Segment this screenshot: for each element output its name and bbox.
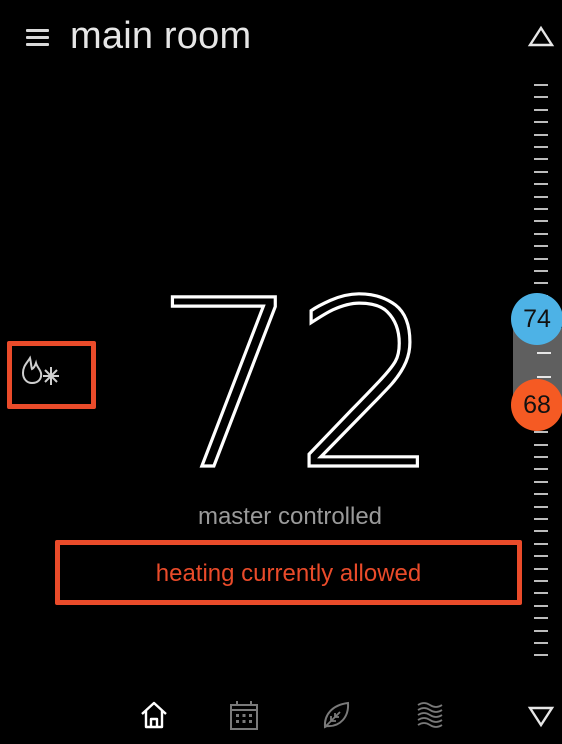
scale-tick bbox=[534, 195, 548, 198]
scale-tick bbox=[534, 431, 548, 434]
scale-tick bbox=[534, 542, 548, 545]
scale-tick bbox=[534, 592, 548, 595]
scale-tick bbox=[534, 456, 548, 458]
scale-tick bbox=[534, 108, 548, 111]
scale-tick bbox=[534, 443, 548, 446]
current-temperature: 72 bbox=[158, 286, 428, 476]
scale-tick bbox=[534, 468, 548, 471]
scale-tick bbox=[534, 121, 548, 124]
scale-tick bbox=[534, 629, 548, 632]
scale-tick bbox=[534, 84, 548, 86]
scale-tick bbox=[534, 555, 548, 558]
scale-tick bbox=[534, 604, 548, 607]
cool-setpoint-badge[interactable]: 74 bbox=[511, 293, 562, 345]
scale-tick bbox=[534, 245, 548, 248]
triangle-up-icon[interactable] bbox=[526, 22, 556, 52]
scale-tick bbox=[534, 158, 548, 161]
leaf-icon[interactable] bbox=[318, 697, 354, 733]
scale-tick bbox=[534, 567, 548, 570]
range-tick bbox=[537, 376, 551, 378]
room-title[interactable]: main room bbox=[70, 12, 251, 60]
scale-tick bbox=[534, 170, 548, 173]
scale-tick bbox=[534, 617, 548, 620]
scale-tick bbox=[534, 270, 548, 272]
mode-highlight-box bbox=[7, 341, 96, 409]
scale-tick bbox=[534, 232, 548, 235]
thermostat-screen: main room 72 master controlled heating c… bbox=[0, 0, 562, 744]
scale-tick bbox=[534, 493, 548, 496]
scale-tick bbox=[534, 530, 548, 533]
hamburger-menu-icon-line bbox=[26, 36, 49, 39]
control-status-label: master controlled bbox=[197, 503, 383, 530]
scale-tick bbox=[534, 654, 548, 657]
heat-setpoint-badge[interactable]: 68 bbox=[511, 379, 562, 431]
scale-tick bbox=[534, 133, 548, 136]
scale-tick bbox=[534, 208, 548, 210]
scale-tick bbox=[534, 146, 548, 148]
scale-tick bbox=[534, 220, 548, 223]
triangle-down-icon[interactable] bbox=[526, 700, 556, 730]
scale-tick bbox=[534, 282, 548, 285]
fan-waves-icon[interactable] bbox=[412, 697, 448, 733]
scale-tick bbox=[534, 257, 548, 260]
range-tick bbox=[537, 352, 551, 354]
menu-button[interactable] bbox=[26, 29, 50, 49]
hamburger-menu-icon-line bbox=[26, 29, 49, 32]
status-highlight-box bbox=[55, 540, 522, 605]
scale-tick bbox=[534, 518, 548, 520]
scale-tick bbox=[534, 580, 548, 582]
scale-tick bbox=[534, 642, 548, 644]
home-icon[interactable] bbox=[136, 697, 172, 733]
bottom-nav bbox=[130, 697, 470, 737]
current-temperature-display: 72 bbox=[158, 286, 428, 476]
calendar-icon[interactable] bbox=[226, 697, 262, 733]
scale-tick bbox=[534, 505, 548, 508]
scale-tick bbox=[534, 183, 548, 186]
scale-tick bbox=[534, 96, 548, 99]
hamburger-menu-icon-line bbox=[26, 43, 49, 46]
scale-tick bbox=[534, 480, 548, 483]
